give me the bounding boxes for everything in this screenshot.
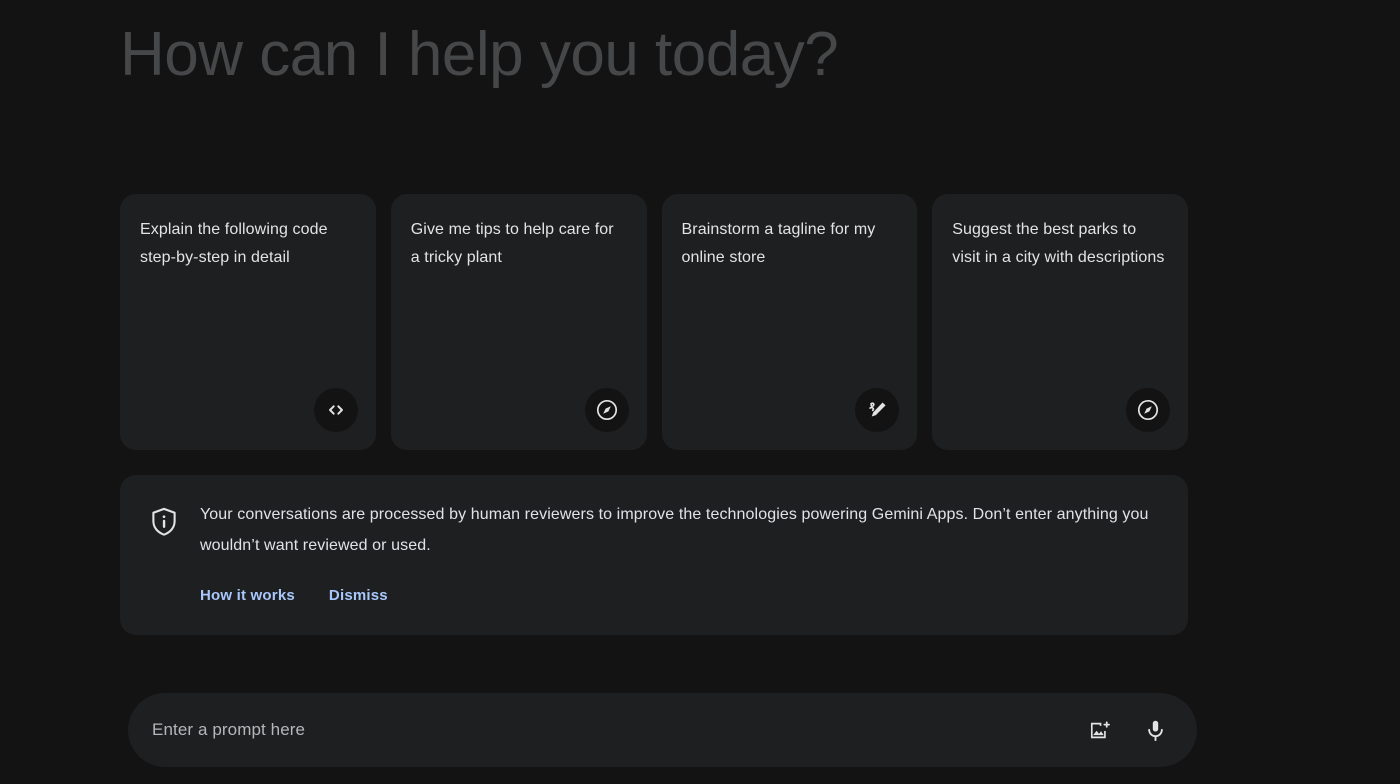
prompt-actions bbox=[1085, 716, 1169, 744]
suggestion-card-tagline[interactable]: Brainstorm a tagline for my online store bbox=[661, 194, 918, 450]
suggestion-card-text: Suggest the best parks to visit in a cit… bbox=[952, 221, 1165, 266]
add-image-icon[interactable] bbox=[1085, 716, 1113, 744]
gemini-sparkle-icon bbox=[280, 0, 306, 12]
greeting-title: How can I help you today? bbox=[120, 20, 839, 89]
privacy-notice-actions: How it works Dismiss bbox=[200, 587, 1160, 604]
suggestion-cards: Explain the following code step-by-step … bbox=[120, 194, 1188, 450]
explore-compass-icon bbox=[1126, 388, 1170, 432]
suggestion-card-parks[interactable]: Suggest the best parks to visit in a cit… bbox=[932, 194, 1188, 450]
privacy-notice-banner: Your conversations are processed by huma… bbox=[120, 475, 1188, 635]
explore-compass-icon bbox=[584, 388, 629, 432]
dismiss-link[interactable]: Dismiss bbox=[329, 587, 388, 604]
suggestion-card-text: Give me tips to help care for a tricky p… bbox=[410, 221, 614, 266]
microphone-icon[interactable] bbox=[1141, 716, 1169, 744]
suggestion-card-code[interactable]: Explain the following code step-by-step … bbox=[120, 194, 376, 450]
privacy-shield-info-icon bbox=[150, 499, 178, 635]
gemini-home-screen: How can I help you today? Explain the fo… bbox=[0, 0, 1400, 784]
prompt-input[interactable] bbox=[152, 720, 1085, 740]
prompt-input-bar[interactable] bbox=[128, 693, 1197, 767]
how-it-works-link[interactable]: How it works bbox=[200, 587, 295, 604]
suggestion-card-plant[interactable]: Give me tips to help care for a tricky p… bbox=[390, 194, 647, 450]
privacy-notice-body: Your conversations are processed by huma… bbox=[200, 499, 1160, 635]
suggestion-card-text: Explain the following code step-by-step … bbox=[140, 221, 328, 266]
privacy-notice-text: Your conversations are processed by huma… bbox=[200, 506, 1149, 554]
draw-pencil-icon bbox=[855, 388, 900, 432]
code-icon bbox=[313, 388, 358, 432]
suggestion-card-text: Brainstorm a tagline for my online store bbox=[681, 221, 876, 266]
